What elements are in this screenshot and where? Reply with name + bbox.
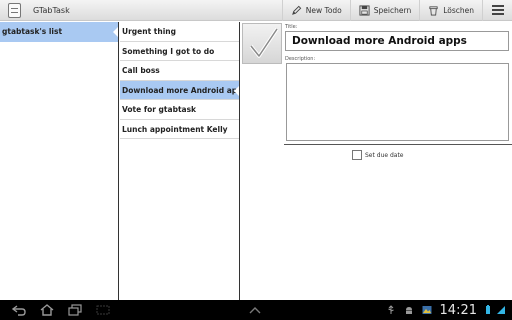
task-item[interactable]: Vote for gtabtask <box>120 100 239 120</box>
save-label: Speichern <box>373 5 412 15</box>
trash-icon <box>428 5 439 16</box>
system-bar: 14:21 <box>0 300 512 320</box>
task-detail-panel: Title: Download more Android apps Descri… <box>241 22 512 300</box>
title-label: Title: <box>285 24 298 30</box>
description-label: Description: <box>285 56 316 62</box>
task-item[interactable]: Call boss <box>120 61 239 81</box>
clock: 14:21 <box>439 302 477 318</box>
gallery-icon <box>422 305 432 315</box>
android-icon <box>404 305 414 315</box>
task-item[interactable]: Something I got to do <box>120 42 239 61</box>
title-input[interactable]: Download more Android apps <box>285 31 509 51</box>
save-button[interactable]: Speichern <box>349 0 419 21</box>
delete-label: Löschen <box>443 5 474 15</box>
due-date-row[interactable]: Set due date <box>352 150 404 160</box>
list-item[interactable]: gtabtask's list <box>0 22 118 42</box>
delete-button[interactable]: Löschen <box>419 0 482 21</box>
new-todo-button[interactable]: New Todo <box>281 0 350 21</box>
battery-icon <box>483 305 493 315</box>
tasks-panel: Urgent thing Something I got to do Call … <box>120 22 240 300</box>
wifi-icon <box>496 305 506 315</box>
task-item[interactable]: Lunch appointment Kelly <box>120 120 239 139</box>
description-input[interactable] <box>286 63 509 141</box>
due-date-checkbox[interactable] <box>352 150 362 160</box>
app-title: GTabTask <box>33 5 70 15</box>
new-todo-label: New Todo <box>305 5 342 15</box>
complete-toggle[interactable] <box>242 23 282 64</box>
save-icon <box>359 4 370 16</box>
usb-icon <box>386 305 396 315</box>
action-bar: GTabTask New Todo Speichern Löschen <box>0 0 512 21</box>
task-item[interactable]: Urgent thing <box>120 22 239 42</box>
lists-panel: gtabtask's list <box>0 22 119 300</box>
recent-apps-icon[interactable] <box>66 303 84 317</box>
back-icon[interactable] <box>10 303 28 317</box>
checkmark-icon <box>249 28 279 58</box>
app-icon[interactable] <box>8 2 21 18</box>
up-chevron-icon[interactable] <box>248 304 262 316</box>
home-icon[interactable] <box>38 303 56 317</box>
pencil-icon <box>291 5 302 16</box>
divider <box>284 144 512 145</box>
overflow-menu-icon[interactable] <box>482 0 512 21</box>
due-date-label: Set due date <box>365 151 404 159</box>
task-item-selected[interactable]: Download more Android apps <box>120 80 239 100</box>
screenshot-icon[interactable] <box>94 303 112 317</box>
